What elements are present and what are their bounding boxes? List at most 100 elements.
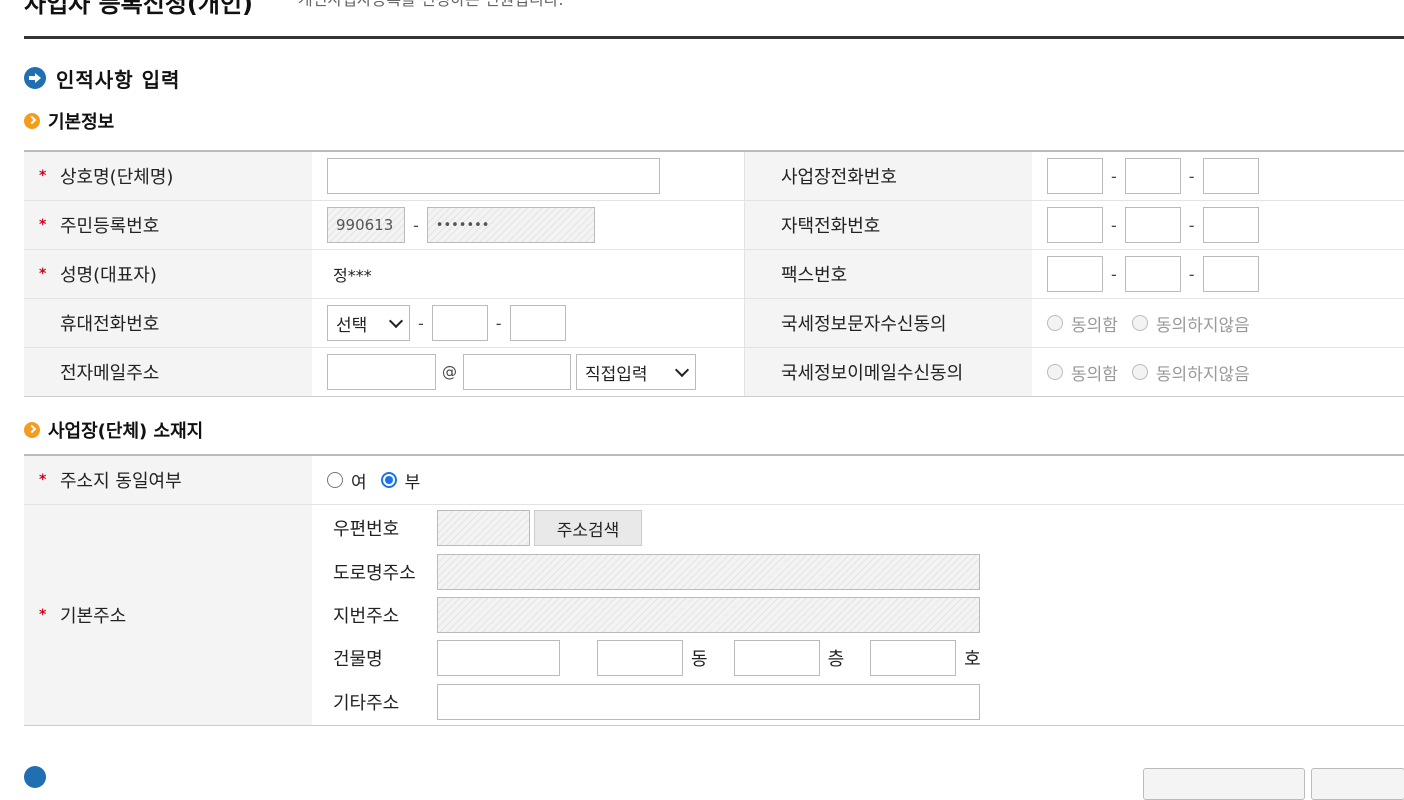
mobile-prefix-select[interactable]: 선택 [327,305,410,341]
biz-phone-3-input[interactable] [1202,158,1259,194]
row-basic-address: * 기본주소 우편번호 주소검색 도로명주소 지번주소 건물명 동 층 호 기타… [24,505,1404,725]
email-domain-input[interactable] [463,354,571,390]
etc-address-input[interactable] [437,684,980,720]
required-star-icon: * [39,607,47,623]
email-header: 전자메일주소 [24,348,312,396]
row-name: * 성명(대표자) 정*** 팩스번호 - - [24,250,1404,299]
required-star-icon: * [39,472,47,488]
building-name-input[interactable] [437,640,560,676]
home-phone-header: 자택전화번호 [744,201,1032,249]
mobile-3-input[interactable] [509,305,566,341]
row-same-address: * 주소지 동일여부 여 부 [24,456,1404,505]
mobile-header: 휴대전화번호 [24,299,312,347]
road-address-field [437,554,980,590]
rrn-header: * 주민등록번호 [24,201,312,249]
home-phone-cell: - - [1032,201,1404,249]
page-header: 사업자 등록신청(개인) 개인사업자등록을 신청하는 민원입니다. [24,0,1404,39]
biz-phone-1-input[interactable] [1047,158,1103,194]
name-label: 성명(대표자) [60,265,157,286]
chevron-down-icon [674,362,690,377]
company-name-input[interactable] [327,158,660,194]
fax-1-input[interactable] [1047,256,1103,292]
required-star-icon: * [39,266,47,282]
address-search-button[interactable]: 주소검색 [534,510,642,546]
radio-circle-icon [327,472,343,488]
fax-header: 팩스번호 [744,250,1032,298]
mobile-cell: 선택 - - [312,299,744,347]
name-value: 정*** [333,266,372,285]
email-disagree-radio[interactable]: 동의하지않음 [1131,360,1250,385]
home-phone-1-input[interactable] [1047,207,1103,243]
basic-info-table: * 상호명(단체명) 사업장전화번호 - - * 주민등록번호 990613 -… [24,150,1404,397]
subsection-location-title: 사업장(단체) 소재지 [48,421,204,442]
lot-address-field [437,597,980,633]
email-agree-label: 동의함 [1071,364,1118,385]
row-email: 전자메일주소 @ 직접입력 국세정보이메일수신동의 동의함 동의하지않음 [24,348,1404,396]
email-disagree-label: 동의하지않음 [1155,364,1250,385]
floor-suffix: 층 [827,649,845,670]
home-phone-3-input[interactable] [1202,207,1259,243]
basic-address-header: * 기본주소 [24,505,312,725]
floor-input[interactable] [733,640,820,676]
sms-agree-radio[interactable]: 동의함 [1047,311,1118,336]
building-line: 건물명 동 층 호 [333,640,981,676]
same-address-label: 주소지 동일여부 [60,471,182,492]
email-consent-cell: 동의함 동의하지않음 [1032,348,1404,396]
lot-address-line: 지번주소 [333,597,980,633]
dash: - [495,313,502,333]
arrow-circle-icon [24,766,46,788]
rrn-back-field: ••••••• [426,207,595,243]
same-address-no-label: 부 [404,472,421,493]
same-address-yes-label: 여 [351,472,367,493]
section-title-text: 인적사항 입력 [56,67,181,92]
rrn-cell: 990613 - ••••••• [312,201,744,249]
chevron-down-icon [388,313,404,328]
fax-2-input[interactable] [1124,256,1181,292]
page-title: 사업자 등록신청(개인) [24,0,254,18]
radio-circle-icon [1131,315,1148,331]
row-rrn: * 주민등록번호 990613 - ••••••• 자택전화번호 - - [24,201,1404,250]
ho-input[interactable] [870,640,957,676]
mobile-2-input[interactable] [431,305,488,341]
same-address-yes-radio[interactable]: 여 [327,468,367,493]
row-mobile: 휴대전화번호 선택 - - 국세정보문자수신동의 동의함 동의하지않음 [24,299,1404,348]
dong-input[interactable] [597,640,683,676]
home-phone-2-input[interactable] [1124,207,1181,243]
arrow-circle-icon [24,67,46,89]
sms-consent-cell: 동의함 동의하지않음 [1032,299,1404,347]
subsection-location: 사업장(단체) 소재지 [24,418,203,442]
biz-phone-2-input[interactable] [1124,158,1181,194]
fax-3-input[interactable] [1202,256,1259,292]
email-id-input[interactable] [327,354,436,390]
company-name-cell [312,152,744,200]
email-label: 전자메일주소 [60,363,160,384]
etc-address-line: 기타주소 [333,684,980,720]
address-fields: 우편번호 주소검색 도로명주소 지번주소 건물명 동 층 호 기타주소 [312,505,1404,725]
at-sign: @ [442,363,457,381]
fax-cell: - - [1032,250,1404,298]
sms-consent-header: 국세정보문자수신동의 [744,299,1032,347]
dash: - [1111,166,1117,186]
company-name-label: 상호명(단체명) [60,167,174,188]
lot-address-label: 지번주소 [333,606,400,627]
same-address-no-radio[interactable]: 부 [380,468,421,493]
email-domain-select-value: 직접입력 [585,364,648,385]
dash: - [1111,264,1117,284]
subsection-basic-title: 기본정보 [48,112,115,133]
zip-line: 우편번호 주소검색 [333,510,642,546]
dash: - [418,313,424,333]
sms-agree-label: 동의함 [1071,315,1118,336]
radio-circle-icon [1047,364,1063,380]
location-table: * 주소지 동일여부 여 부 * 기본주소 우편번호 주소검색 도로명주소 지번… [24,454,1404,726]
mobile-select-value: 선택 [336,315,368,336]
sms-disagree-label: 동의하지않음 [1155,315,1250,336]
email-domain-select[interactable]: 직접입력 [576,354,696,390]
sms-disagree-radio[interactable]: 동의하지않음 [1131,311,1250,336]
building-label: 건물명 [333,649,383,670]
page-description: 개인사업자등록을 신청하는 민원입니다. [298,0,564,10]
radio-circle-icon [1131,364,1148,380]
radio-selected-icon [380,472,397,488]
email-agree-radio[interactable]: 동의함 [1047,360,1118,385]
rrn-label: 주민등록번호 [60,216,160,237]
email-consent-label: 국세정보이메일수신동의 [781,363,964,384]
